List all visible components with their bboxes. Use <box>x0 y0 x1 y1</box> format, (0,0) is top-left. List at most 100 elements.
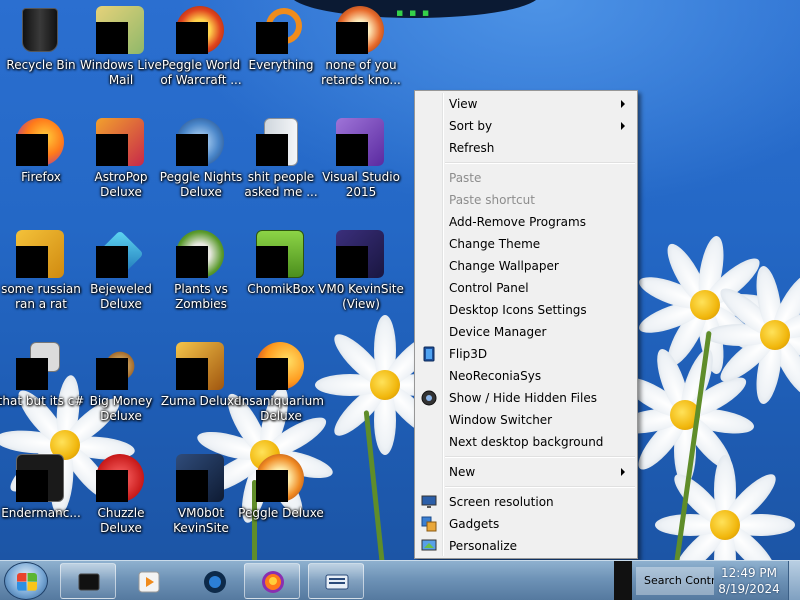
tray-overflow[interactable] <box>614 561 632 600</box>
menu-item-label: Add-Remove Programs <box>449 215 586 229</box>
icon-label: Insaniquarium Deluxe <box>238 394 324 423</box>
menu-item-paste-shortcut: Paste shortcut <box>417 189 635 211</box>
keyboard-icon <box>325 570 349 594</box>
daisy-flower <box>655 455 795 560</box>
desktop-icon-peggle-nights[interactable]: Peggle Nights Deluxe <box>160 112 242 212</box>
desktop-icon-peggle-deluxe[interactable]: Peggle Deluxe <box>238 448 324 548</box>
menu-item-neoreconiasys[interactable]: NeoReconiaSys <box>417 365 635 387</box>
zuma-icon <box>176 342 224 390</box>
menu-item-next-desktop-background[interactable]: Next desktop background <box>417 431 635 453</box>
desktop-icon-bejeweled[interactable]: Bejeweled Deluxe <box>80 224 162 324</box>
taskbar-button-firefox[interactable] <box>244 563 300 599</box>
icon-label: Peggle Deluxe <box>238 506 324 520</box>
desktop-icon-none-of-you[interactable]: none of you retards kno... <box>320 0 402 100</box>
desktop-context-menu: View Sort by Refresh Paste Paste shortcu… <box>414 90 638 559</box>
menu-item-screen-resolution[interactable]: Screen resolution <box>417 491 635 513</box>
desktop-icon-some-russian[interactable]: some russian ran a rat <box>0 224 82 324</box>
desktop-icon-chomikbox[interactable]: ChomikBox <box>240 224 322 324</box>
menu-item-control-panel[interactable]: Control Panel <box>417 277 635 299</box>
menu-item-label: Sort by <box>449 119 493 133</box>
system-clock[interactable]: 12:49 PM 8/19/2024 <box>714 565 784 599</box>
desktop-icon-zuma[interactable]: Zuma Deluxe <box>160 336 242 436</box>
clock-date: 8/19/2024 <box>718 582 780 596</box>
menu-item-window-switcher[interactable]: Window Switcher <box>417 409 635 431</box>
app-icon <box>16 230 64 278</box>
console-icon <box>77 570 101 594</box>
desktop-icon-firefox[interactable]: Firefox <box>0 112 82 212</box>
menu-item-change-theme[interactable]: Change Theme <box>417 233 635 255</box>
desktop-icon-endermanc[interactable]: Endermanc... <box>0 448 82 548</box>
desktop-icon-insaniquarium[interactable]: Insaniquarium Deluxe <box>238 336 324 436</box>
monitor-icon <box>421 494 437 510</box>
menu-item-label: Paste shortcut <box>449 193 535 207</box>
desktop-icon-shit-people[interactable]: shit people asked me ... <box>240 112 322 212</box>
menu-item-paste: Paste <box>417 167 635 189</box>
menu-item-personalize[interactable]: Personalize <box>417 535 635 557</box>
fish-icon <box>256 342 304 390</box>
desktop-icon-that-but-its-csharp[interactable]: that but its c# <box>0 336 84 436</box>
menu-item-device-manager[interactable]: Device Manager <box>417 321 635 343</box>
menu-item-gadgets[interactable]: Gadgets <box>417 513 635 535</box>
taskbar-button-keyboard[interactable] <box>308 563 364 599</box>
desktop-icon-big-money[interactable]: Big Money Deluxe <box>80 336 162 436</box>
gadgets-icon <box>421 516 437 532</box>
desktop-background[interactable]: ▪ ▪ ▪ Recycle Bin Windows Live Mail Pegg… <box>0 0 800 560</box>
menu-item-change-wallpaper[interactable]: Change Wallpaper <box>417 255 635 277</box>
desktop-icon-chuzzle[interactable]: Chuzzle Deluxe <box>80 448 162 548</box>
menu-item-label: Flip3D <box>449 347 488 361</box>
menu-item-new[interactable]: New <box>417 461 635 483</box>
document-icon <box>256 118 304 166</box>
icon-label: AstroPop Deluxe <box>94 170 148 199</box>
chuzzle-icon <box>96 454 144 502</box>
icon-label: Plants vs Zombies <box>174 282 228 311</box>
start-button[interactable] <box>4 562 48 600</box>
desktop-icon-plants-vs-zombies[interactable]: Plants vs Zombies <box>160 224 242 324</box>
menu-separator <box>445 162 635 164</box>
desktop-icon-vm0b0t-kevinsite[interactable]: VM0b0t KevinSite <box>160 448 242 548</box>
desktop-icon-everything[interactable]: Everything <box>240 0 322 100</box>
clock-time: 12:49 PM <box>721 566 777 580</box>
desktop-icon-windows-live-mail[interactable]: Windows Live Mail <box>80 0 162 100</box>
menu-item-label: Change Theme <box>449 237 541 251</box>
money-icon <box>96 342 144 390</box>
menu-item-add-remove-programs[interactable]: Add-Remove Programs <box>417 211 635 233</box>
tray-search-box[interactable]: Search Contro <box>636 567 714 595</box>
menu-item-label: Refresh <box>449 141 495 155</box>
menu-item-desktop-icons-settings[interactable]: Desktop Icons Settings <box>417 299 635 321</box>
menu-item-view[interactable]: View <box>417 93 635 115</box>
icon-label: some russian ran a rat <box>1 282 81 311</box>
peggle-nights-icon <box>176 118 224 166</box>
icon-label: Visual Studio 2015 <box>322 170 400 199</box>
icon-label: Chuzzle Deluxe <box>97 506 145 535</box>
menu-item-show-hide-hidden-files[interactable]: Show / Hide Hidden Files <box>417 387 635 409</box>
menu-item-label: Desktop Icons Settings <box>449 303 587 317</box>
icon-label: Big Money Deluxe <box>89 394 153 423</box>
menu-item-sort-by[interactable]: Sort by <box>417 115 635 137</box>
icon-label: Peggle Nights Deluxe <box>159 170 243 199</box>
desktop-icon-vm0-kevinsite-view[interactable]: VM0 KevinSite (View) <box>318 224 404 324</box>
peggle-icon <box>256 454 304 502</box>
desktop-icon-recycle-bin[interactable]: Recycle Bin <box>0 0 82 100</box>
icon-label: none of you retards kno... <box>321 58 401 87</box>
menu-item-label: NeoReconiaSys <box>449 369 542 383</box>
taskbar-button-media-player[interactable] <box>120 563 176 599</box>
show-desktop-button[interactable] <box>788 561 800 600</box>
windows-logo-icon <box>17 573 37 591</box>
desktop-icon-peggle-wow[interactable]: Peggle World of Warcraft ... <box>160 0 242 100</box>
icon-label: Bejeweled Deluxe <box>90 282 152 311</box>
icon-label: Zuma Deluxe <box>160 394 242 408</box>
game-icon <box>336 6 384 54</box>
submenu-arrow-icon <box>621 468 625 476</box>
menu-item-refresh[interactable]: Refresh <box>417 137 635 159</box>
menu-separator <box>445 456 635 458</box>
desktop-icon-astropop[interactable]: AstroPop Deluxe <box>80 112 162 212</box>
desktop-icon-visual-studio[interactable]: Visual Studio 2015 <box>320 112 402 212</box>
menu-item-label: Device Manager <box>449 325 547 339</box>
taskbar-button-console[interactable] <box>60 563 116 599</box>
vm-icon <box>336 230 384 278</box>
terminal-icon <box>16 454 64 502</box>
bejeweled-icon <box>96 230 144 278</box>
menu-item-flip3d[interactable]: Flip3D <box>417 343 635 365</box>
chomikbox-icon <box>256 230 304 278</box>
taskbar-button-globe[interactable] <box>186 563 242 599</box>
